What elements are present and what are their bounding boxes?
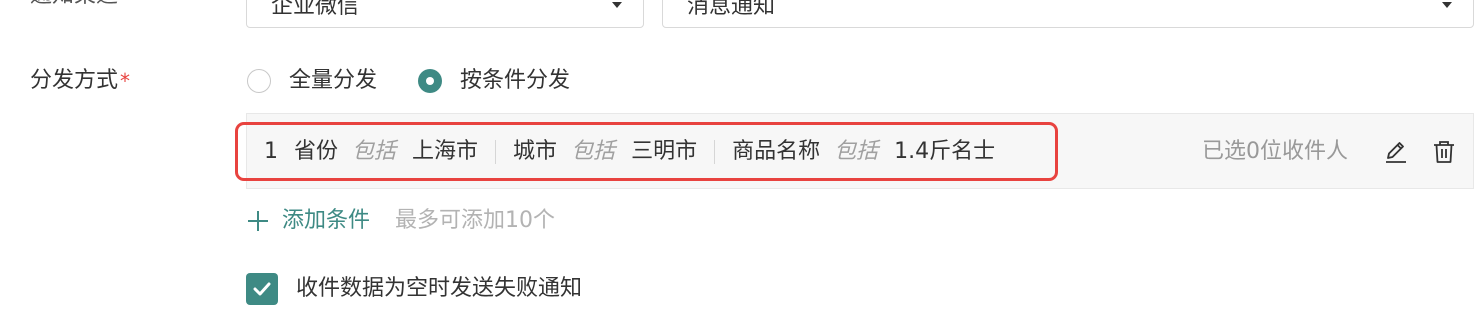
condition-value: 1.4斤名士 [894, 139, 996, 164]
condition-value: 上海市 [412, 139, 479, 164]
required-mark: * [120, 69, 131, 93]
edit-icon[interactable] [1384, 139, 1408, 165]
recipients-count[interactable]: 已选0位收件人 [1202, 137, 1348, 167]
radio-conditional-distribution[interactable]: 按条件分发 [418, 66, 570, 96]
condition-row[interactable]: 1 省份 包括 上海市 城市 包括 三明市 商品名称 包括 1.4斤名士 [264, 137, 995, 167]
condition-index: 1 [264, 139, 278, 164]
condition-operator: 包括 [571, 139, 616, 164]
divider [714, 140, 716, 164]
radio-label: 按条件分发 [460, 68, 571, 93]
channel-select-value: 企业微信 [271, 0, 360, 19]
notification-form: 通知渠道 企业微信 消息通知 分发方式* 全量分发 按条件分发 1 省份 包括 … [0, 0, 1476, 314]
checkbox-checked[interactable] [246, 273, 278, 305]
radio-circle-selected [418, 69, 442, 93]
condition-operator: 包括 [834, 139, 879, 164]
checkmark-icon [253, 282, 271, 296]
distribution-label-text: 分发方式 [30, 68, 119, 93]
condition-value: 三明市 [631, 139, 698, 164]
fail-notice-label: 收件数据为空时发送失败通知 [296, 276, 583, 301]
trash-icon[interactable] [1432, 139, 1456, 165]
radio-label: 全量分发 [289, 68, 378, 93]
add-condition-hint: 最多可添加10个 [395, 208, 555, 233]
plus-icon [246, 209, 270, 233]
add-condition-button[interactable]: 添加条件 [246, 206, 370, 236]
condition-field: 城市 [513, 139, 558, 164]
channel-select[interactable]: 企业微信 [246, 0, 644, 28]
chevron-down-icon [611, 0, 623, 11]
add-condition-label: 添加条件 [282, 208, 371, 233]
condition-field: 省份 [294, 139, 339, 164]
fail-notice-checkbox[interactable]: 收件数据为空时发送失败通知 [246, 273, 582, 305]
notify-type-select[interactable]: 消息通知 [662, 0, 1474, 28]
divider [495, 140, 497, 164]
notify-channel-label: 通知渠道 [30, 0, 118, 8]
notify-type-select-value: 消息通知 [687, 0, 776, 19]
distribution-label: 分发方式 * [30, 66, 130, 96]
radio-circle [247, 69, 271, 93]
chevron-down-icon [1441, 0, 1453, 11]
condition-operator: 包括 [352, 139, 397, 164]
condition-field: 商品名称 [732, 139, 821, 164]
radio-full-distribution[interactable]: 全量分发 [247, 66, 377, 96]
